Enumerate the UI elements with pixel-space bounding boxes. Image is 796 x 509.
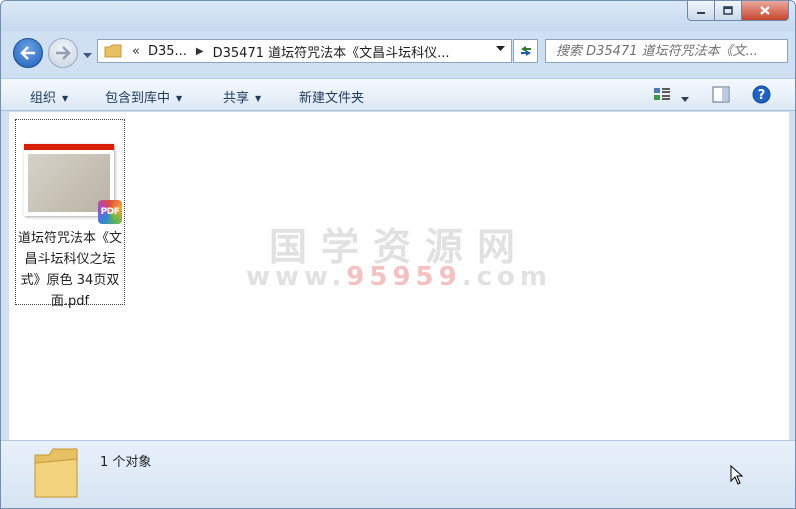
command-bar: 组织 ▼ 包含到库中 ▼ 共享 ▼ 新建文件夹 ? — [1, 78, 795, 111]
file-list-pane[interactable]: 国学资源网 www.95959.com PDF 道坛符咒法本《文昌斗坛科仪之坛式… — [9, 112, 789, 440]
address-bar[interactable]: « D35... ▶ D35471 道坛符咒法本《文昌斗坛科仪... — [97, 39, 512, 63]
arrow-right-icon — [56, 46, 71, 60]
folder-icon — [104, 44, 122, 58]
preview-pane-icon — [712, 86, 730, 103]
navigation-bar: « D35... ▶ D35471 道坛符咒法本《文昌斗坛科仪... — [1, 35, 795, 75]
arrow-left-icon — [20, 46, 35, 60]
help-icon: ? — [752, 85, 771, 104]
view-dropdown[interactable] — [681, 91, 689, 106]
close-button[interactable] — [742, 1, 789, 21]
refresh-button[interactable] — [513, 39, 538, 63]
file-name[interactable]: 道坛符咒法本《文昌斗坛科仪之坛式》原色 34页双面.pdf — [16, 228, 124, 312]
new-folder-button[interactable]: 新建文件夹 — [299, 87, 364, 106]
explorer-window: « D35... ▶ D35471 道坛符咒法本《文昌斗坛科仪... 组织 ▼ 包… — [0, 0, 796, 509]
minimize-icon — [697, 11, 705, 14]
close-icon — [760, 6, 770, 15]
new-folder-label: 新建文件夹 — [299, 91, 365, 106]
help-button[interactable]: ? — [752, 85, 771, 108]
folder-icon — [34, 448, 78, 498]
chevron-down-icon — [681, 97, 689, 102]
forward-button[interactable] — [48, 38, 78, 68]
details-pane: 1 个对象 — [1, 440, 795, 508]
recent-pages-dropdown[interactable] — [83, 48, 92, 63]
title-bar — [1, 1, 795, 31]
chevron-down-icon: ▼ — [62, 94, 69, 103]
breadcrumb-separator-icon[interactable]: ▶ — [196, 46, 204, 57]
back-button[interactable] — [13, 38, 43, 68]
include-in-library-button[interactable]: 包含到库中 ▼ — [105, 87, 182, 106]
breadcrumb-current[interactable]: D35471 道坛符咒法本《文昌斗坛科仪... — [213, 42, 450, 61]
chevron-down-icon: ▼ — [255, 94, 262, 103]
svg-text:?: ? — [758, 88, 766, 103]
watermark-url: www.95959.com — [246, 262, 552, 292]
watermark-title: 国学资源网 — [268, 225, 529, 269]
pdf-icon: PDF — [98, 200, 122, 224]
maximize-button[interactable] — [715, 1, 742, 21]
pdf-header-bar — [24, 144, 114, 150]
share-label: 共享 — [223, 91, 250, 106]
address-overflow[interactable]: « — [132, 44, 140, 59]
search-input[interactable] — [554, 42, 787, 60]
search-box[interactable] — [545, 39, 788, 63]
preview-pane-button[interactable] — [712, 86, 730, 107]
chevron-down-icon — [83, 53, 92, 58]
view-options-icon — [654, 88, 670, 100]
organize-button[interactable]: 组织 ▼ — [30, 87, 68, 106]
change-view-button[interactable] — [653, 86, 671, 106]
share-button[interactable]: 共享 ▼ — [223, 87, 261, 106]
file-item[interactable]: PDF 道坛符咒法本《文昌斗坛科仪之坛式》原色 34页双面.pdf — [15, 119, 125, 309]
chevron-down-icon: ▼ — [176, 94, 183, 103]
mouse-cursor-icon — [730, 465, 744, 485]
window-controls — [687, 1, 789, 21]
item-count: 1 个对象 — [100, 455, 152, 470]
organize-label: 组织 — [30, 91, 57, 106]
chevron-down-icon[interactable] — [496, 46, 505, 52]
breadcrumb-parent[interactable]: D35... — [148, 44, 187, 59]
maximize-icon — [723, 6, 733, 15]
minimize-button[interactable] — [687, 1, 715, 21]
include-in-library-label: 包含到库中 — [105, 91, 171, 106]
refresh-icon — [520, 46, 531, 56]
